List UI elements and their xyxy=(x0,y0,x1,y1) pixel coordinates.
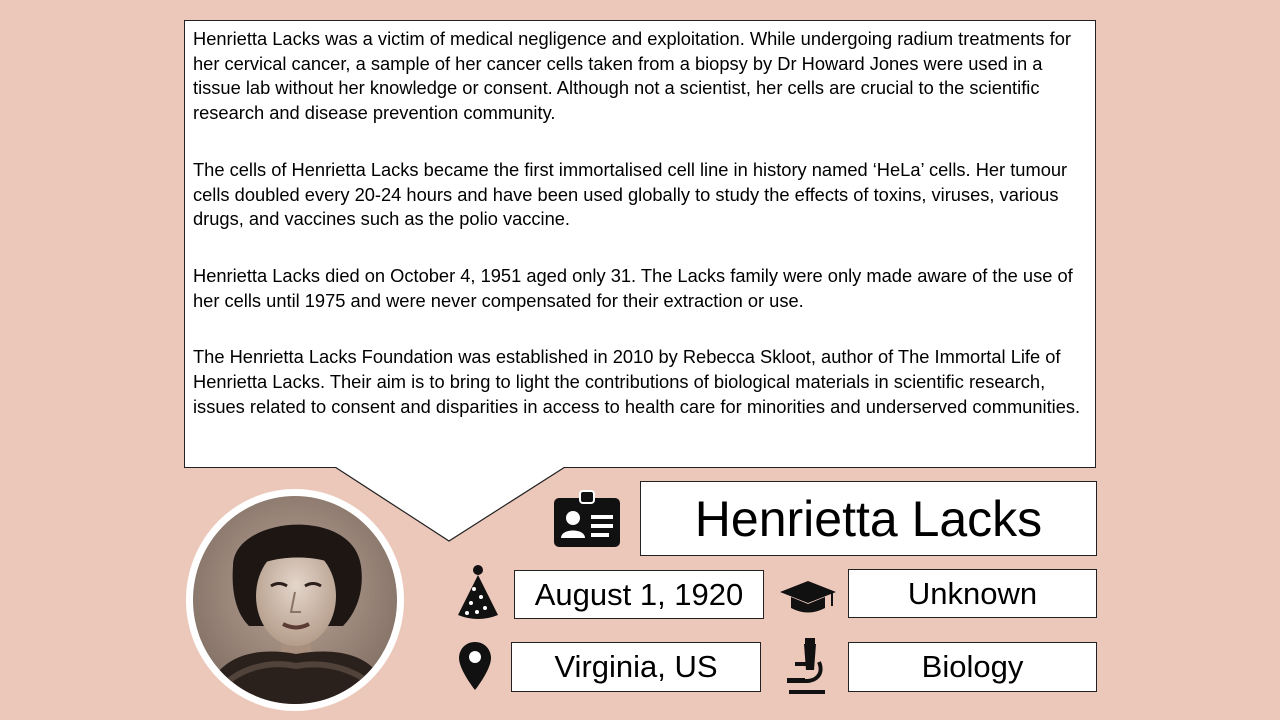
bio-paragraph: The cells of Henrietta Lacks became the … xyxy=(193,158,1068,230)
name-field: Henrietta Lacks xyxy=(640,481,1097,556)
portrait-frame xyxy=(186,489,404,711)
birth-date-field: August 1, 1920 xyxy=(514,570,764,619)
location-field: Virginia, US xyxy=(511,642,761,692)
party-hat-icon xyxy=(455,563,501,623)
biography-text: Henrietta Lacks was a victim of medical … xyxy=(193,27,1087,451)
bio-paragraph: Henrietta Lacks died on October 4, 1951 … xyxy=(193,264,1073,311)
field-of-study: Biology xyxy=(848,642,1097,692)
map-pin-icon xyxy=(458,641,492,691)
bio-paragraph: The Henrietta Lacks Foundation was estab… xyxy=(193,346,1081,417)
microscope-icon xyxy=(785,636,829,696)
portrait-photo xyxy=(193,496,397,704)
biography-speech-bubble: Henrietta Lacks was a victim of medical … xyxy=(184,20,1096,468)
id-card-icon xyxy=(553,490,621,548)
graduation-cap-icon xyxy=(778,579,838,615)
education-field: Unknown xyxy=(848,569,1097,618)
bio-paragraph: Henrietta Lacks was a victim of medical … xyxy=(193,28,1071,124)
